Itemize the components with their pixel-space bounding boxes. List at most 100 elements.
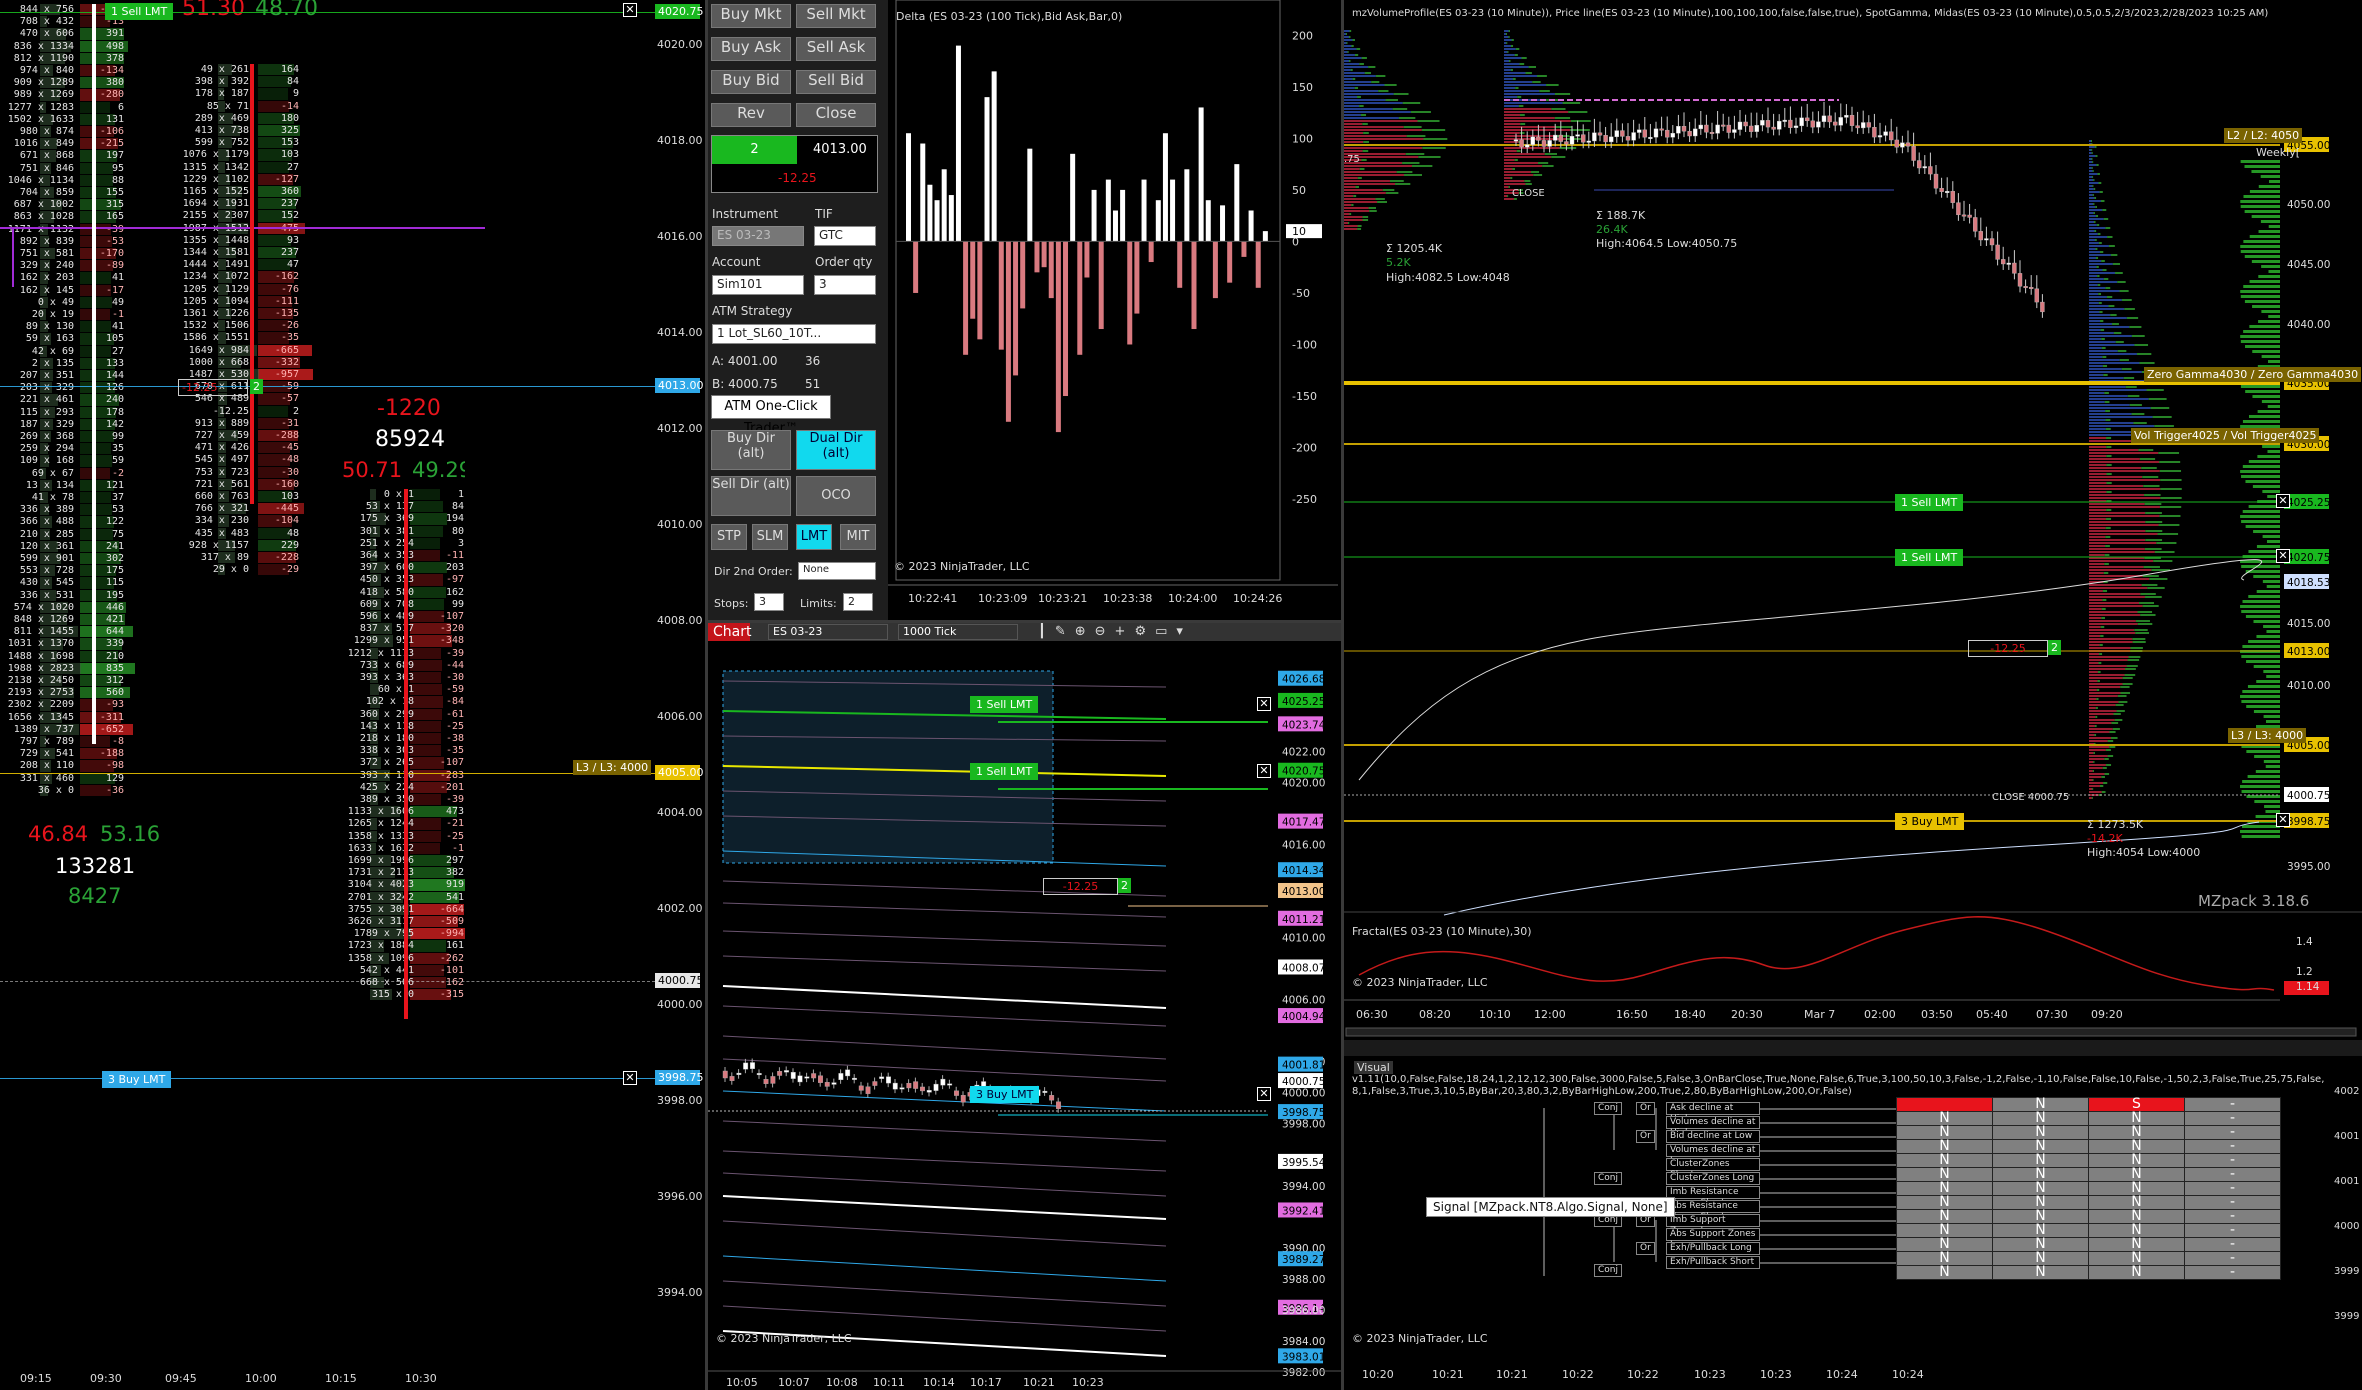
main-sell-cancel-1-icon[interactable]: ✕ [2276, 494, 2290, 508]
tick-sell-order-2[interactable]: 1 Sell LMT [970, 763, 1039, 780]
right-volume-bar [2262, 580, 2280, 583]
main-sell-order-2[interactable]: 1 Sell LMT [1895, 549, 1964, 566]
volume-profile-delta [1530, 171, 1540, 173]
zoom-in-icon[interactable]: ⊕ [1075, 624, 1095, 639]
zero-gamma-label: Zero Gamma4030 / Zero Gamma4030 [2144, 367, 2362, 382]
dir-2nd-order-select[interactable]: None [798, 562, 876, 580]
volume-profile-bar [1344, 96, 1358, 98]
tick-candle-body [872, 1081, 878, 1086]
volume-profile-delta [2098, 662, 2102, 664]
volume-profile-bar [2089, 515, 2160, 517]
volume-profile-delta [2152, 416, 2172, 418]
sell-dir-button[interactable]: Sell Dir (alt) [711, 476, 791, 516]
right-volume-bar [2260, 220, 2280, 223]
volume-profile-bar [2089, 683, 2123, 685]
tick-instrument-select[interactable]: ES 03-23 [768, 624, 888, 640]
instrument-select[interactable]: ES 03-23 [712, 226, 804, 246]
signal-y-axis: 4002 4001 4001 4000 3999 3999 [2332, 1086, 2362, 1366]
tick-sell-order-1[interactable]: 1 Sell LMT [970, 696, 1039, 713]
sell-bid-button[interactable]: Sell Bid [796, 70, 876, 94]
properties-icon[interactable]: ⚙ [1134, 624, 1155, 639]
volume-profile-delta [2092, 176, 2094, 178]
close-button[interactable]: Close [796, 103, 876, 127]
main-sell-order-1[interactable]: 1 Sell LMT [1895, 494, 1964, 511]
main-candle-body [2023, 286, 2028, 289]
volume-profile-bar [1504, 72, 1526, 74]
volume-profile-bar [1504, 66, 1529, 68]
signal-row: NS- [1896, 1097, 2281, 1112]
volume-profile-delta [2149, 578, 2168, 580]
mit-button[interactable]: MIT [840, 524, 876, 550]
ladder-buy-cancel-icon[interactable]: ✕ [623, 1071, 637, 1085]
stops-field[interactable]: 3 [754, 593, 784, 611]
reverse-button[interactable]: Rev [711, 103, 791, 127]
slm-button[interactable]: SLM [752, 524, 788, 550]
tick-sell-cancel-1-icon[interactable]: ✕ [1257, 697, 1271, 711]
main-sell-cancel-2-icon[interactable]: ✕ [2276, 549, 2290, 563]
tick-interval-select[interactable]: 1000 Tick [898, 624, 1018, 640]
account-select[interactable]: Sim101 [712, 275, 804, 295]
tick-candle-body [960, 1095, 966, 1103]
main-buy-cancel-icon[interactable]: ✕ [2276, 813, 2290, 827]
delta-bar [1041, 241, 1047, 268]
volume-profile-bar [2089, 428, 2106, 430]
tab-chart[interactable]: Chart [708, 623, 751, 641]
main-candle-body [1911, 146, 1916, 161]
volume-profile-bar [2089, 437, 2106, 439]
volume-profile-delta [1510, 69, 1513, 71]
tif-select[interactable]: GTC [814, 226, 876, 246]
volume-profile-bar [2089, 569, 2152, 571]
sell-market-button[interactable]: Sell Mkt [796, 4, 876, 28]
zoom-out-icon[interactable]: ⊖ [1095, 624, 1115, 639]
bar-type-icon[interactable]: ┃ [1038, 624, 1055, 639]
lmt-button[interactable]: LMT [796, 524, 832, 550]
volume-profile-bar [2089, 530, 2146, 532]
right-volume-bar [2266, 675, 2280, 678]
limits-field[interactable]: 2 [843, 593, 873, 611]
volume-profile-delta [2096, 164, 2099, 166]
dual-dir-button[interactable]: Dual Dir (alt) [796, 430, 876, 470]
volume-profile-delta [2093, 188, 2096, 190]
ladder-sell-order[interactable]: 1 Sell LMT [105, 3, 174, 20]
main-candle-body [1637, 129, 1642, 133]
main-candle-body [1597, 132, 1603, 136]
right-volume-bar [2241, 520, 2280, 523]
tick-buy-cancel-icon[interactable]: ✕ [1257, 1087, 1271, 1101]
volume-profile-bar [2089, 563, 2105, 565]
volume-profile-delta [1403, 126, 1422, 128]
draw-tools-icon[interactable]: ✎ [1055, 624, 1075, 639]
volume-profile-bar [2089, 365, 2103, 367]
buy-market-button[interactable]: Buy Mkt [711, 4, 791, 28]
tick-buy-order[interactable]: 3 Buy LMT [970, 1086, 1040, 1103]
tick-price-label: 4010.00 [1282, 933, 1325, 945]
volume-profile-delta [1539, 90, 1550, 92]
volume-profile-bar [1344, 126, 1404, 128]
stp-button[interactable]: STP [711, 524, 747, 550]
atm-strategy-select[interactable]: 1 Lot_SL60_10T... [712, 324, 876, 344]
delta-bar [1227, 241, 1233, 283]
ladder-buy-order[interactable]: 3 Buy LMT [102, 1071, 172, 1088]
volume-profile-delta [2094, 221, 2096, 223]
buy-bid-button[interactable]: Buy Bid [711, 70, 791, 94]
volume-profile-bar [2089, 599, 2103, 601]
buy-dir-button[interactable]: Buy Dir (alt) [711, 430, 791, 470]
order-qty-field[interactable]: 3 [814, 275, 876, 295]
sell-ask-button[interactable]: Sell Ask [796, 37, 876, 61]
crosshair-icon[interactable]: + [1115, 624, 1135, 639]
buy-ask-button[interactable]: Buy Ask [711, 37, 791, 61]
volume-profile-delta [1348, 36, 1351, 38]
oco-button[interactable]: OCO [796, 476, 876, 516]
ladder-sell-cancel-icon[interactable]: ✕ [623, 3, 637, 17]
main-candle-body [1620, 130, 1625, 137]
template-icon[interactable]: ▭ [1155, 624, 1176, 639]
volume-profile-bar [2089, 590, 2103, 592]
main-buy-order[interactable]: 3 Buy LMT [1895, 813, 1965, 830]
main-candle-body [1838, 117, 1843, 126]
volume-profile-bar [1504, 156, 1552, 158]
data-box-icon[interactable]: ▾ [1176, 624, 1192, 639]
tick-sell-cancel-2-icon[interactable]: ✕ [1257, 764, 1271, 778]
main-price-label: 4018.53 [2287, 577, 2330, 589]
tick-price-label: 3986.00 [1282, 1305, 1325, 1317]
atm-one-click-button[interactable]: ATM One-Click Trader™ [711, 395, 831, 436]
main-time-label: 07:30 [2036, 1008, 2068, 1021]
